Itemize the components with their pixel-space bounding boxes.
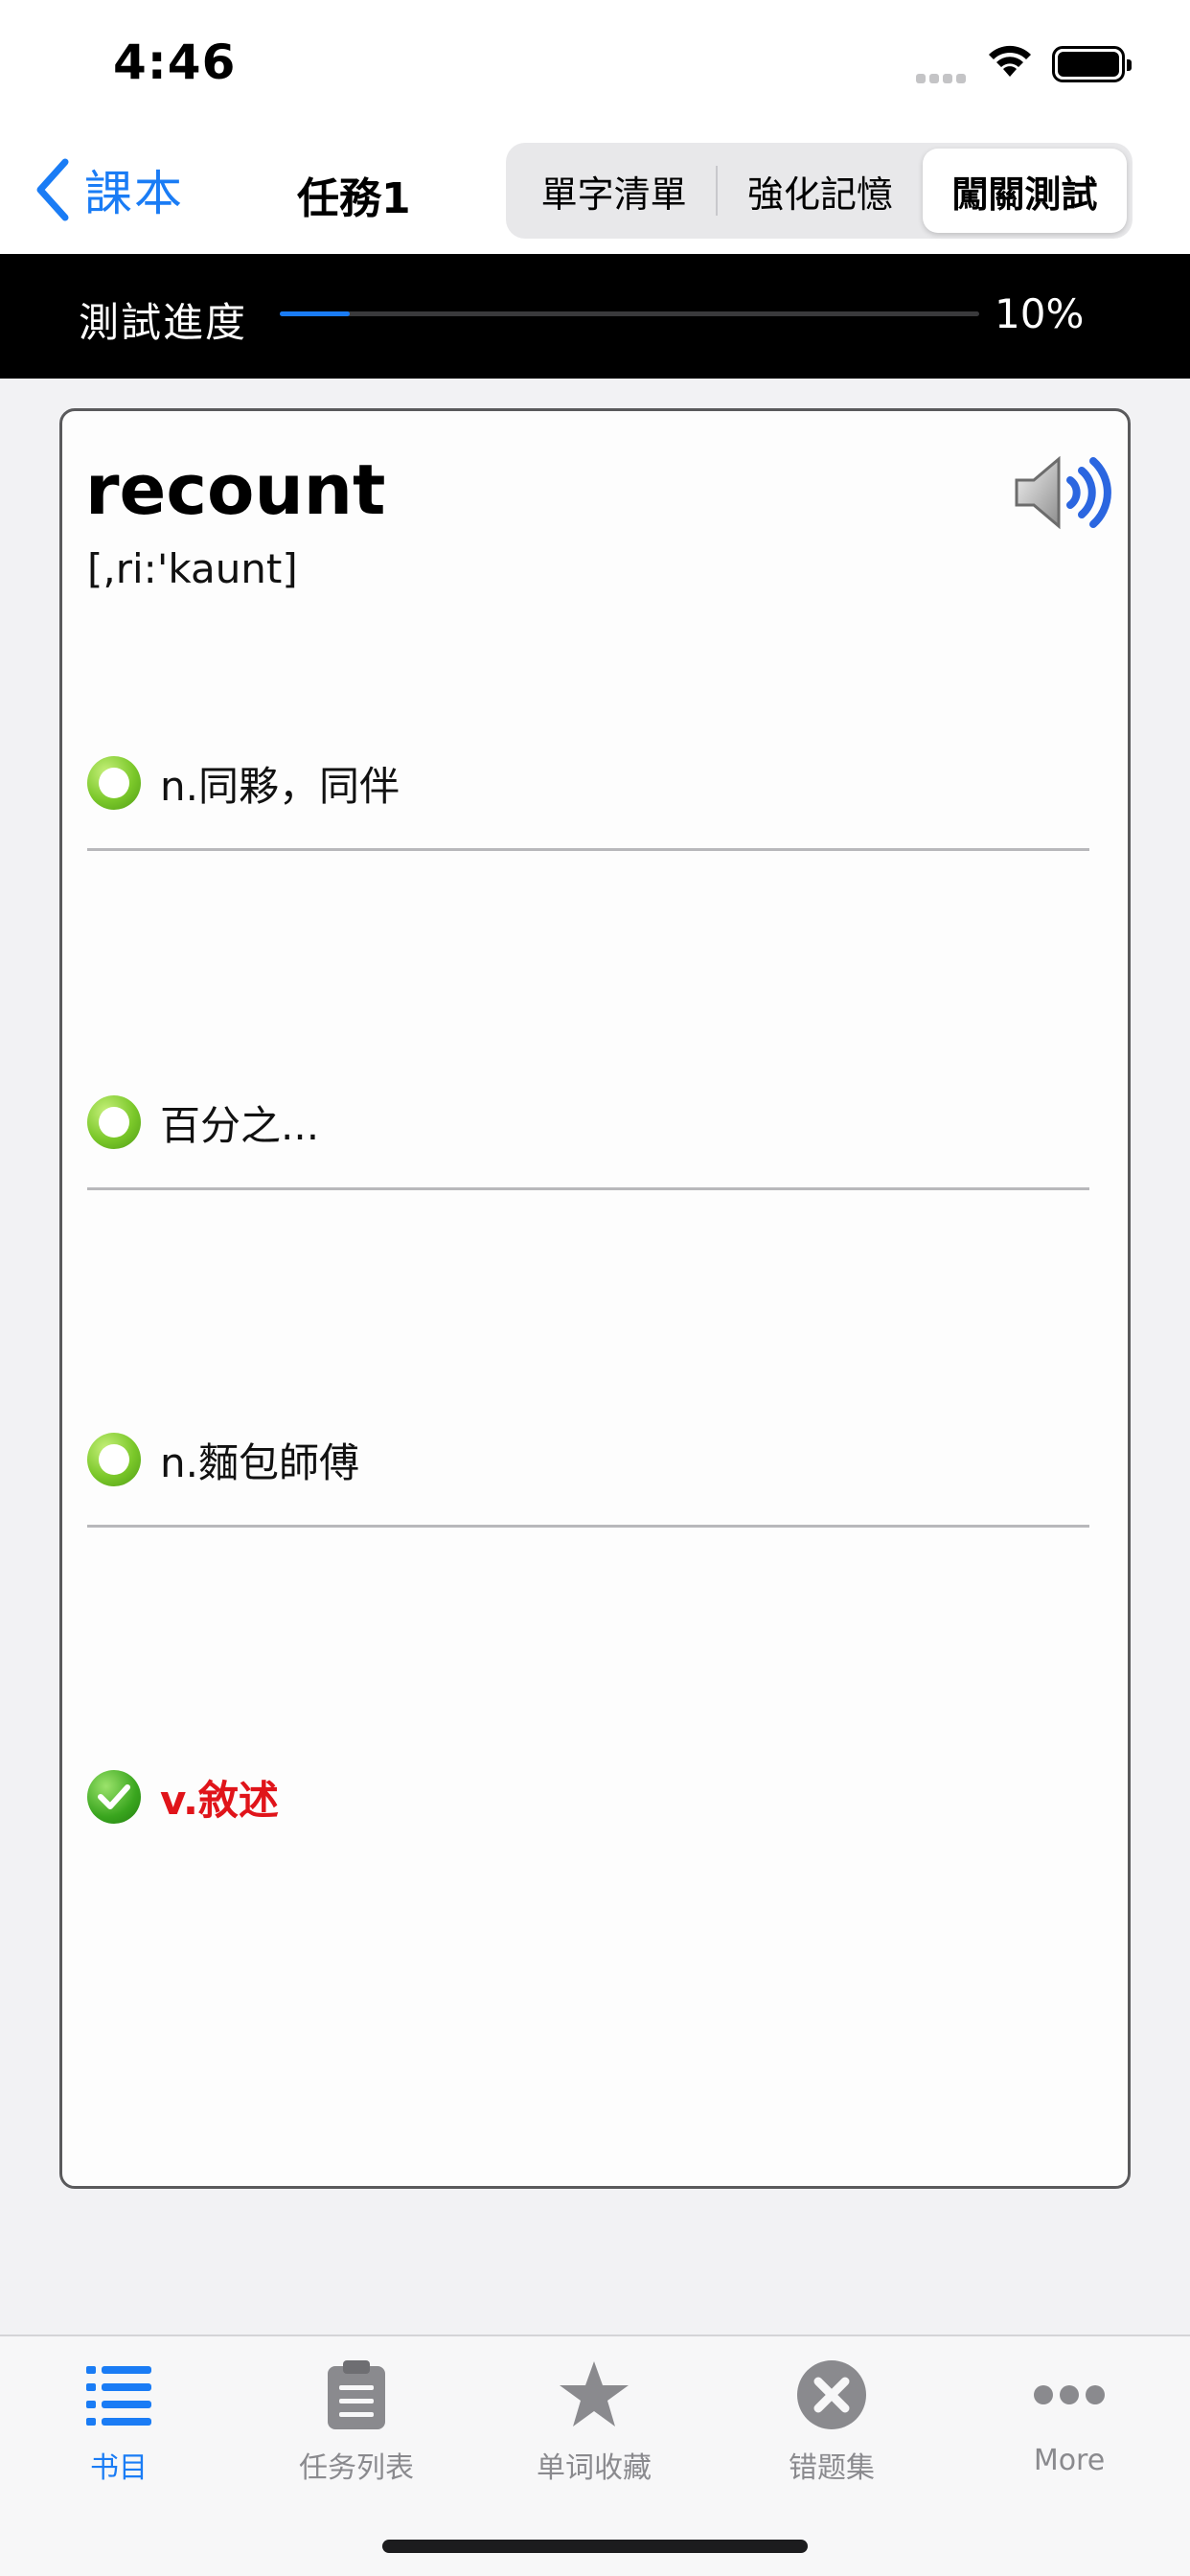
tab-label: More xyxy=(1033,2444,1106,2477)
back-button-label: 課本 xyxy=(84,166,184,221)
test-progress-row: 測試進度 10% xyxy=(0,254,1190,379)
answer-option-text: n.麵包師傅 xyxy=(160,1438,359,1486)
home-indicator[interactable] xyxy=(382,2540,808,2553)
correct-answer-text: v.敘述 xyxy=(160,1776,279,1824)
back-button[interactable]: 課本 xyxy=(34,156,184,223)
progress-fill xyxy=(280,311,350,316)
radio-unchecked-icon xyxy=(87,756,141,810)
progress-track xyxy=(280,311,979,316)
tab-mistakes[interactable]: 错题集 xyxy=(713,2354,950,2497)
status-time: 4:46 xyxy=(113,34,237,90)
clipboard-icon xyxy=(326,2354,387,2436)
speaker-icon[interactable] xyxy=(1011,451,1116,538)
answer-option-1[interactable]: n.同夥，同伴 xyxy=(87,745,1089,821)
tab-task-list[interactable]: 任务列表 xyxy=(238,2354,475,2497)
answer-option-3[interactable]: n.麵包師傅 xyxy=(87,1421,1089,1498)
tab-label: 任务列表 xyxy=(299,2451,414,2485)
x-circle-icon xyxy=(795,2354,868,2436)
tab-book-list[interactable]: 书目 xyxy=(0,2354,238,2497)
list-icon xyxy=(84,2354,153,2436)
segment-challenge-test[interactable]: 闖關測試 xyxy=(922,149,1127,233)
tab-label: 书目 xyxy=(90,2451,148,2485)
navigation-bar: 課本 任務1 單字清單 強化記憶 闖關測試 xyxy=(0,129,1190,254)
cellular-signal-icon xyxy=(916,69,972,83)
progress-value: 10% xyxy=(995,290,1085,337)
option-divider xyxy=(87,848,1089,851)
page-title: 任務1 xyxy=(297,174,411,223)
question-card: recount [,ri:'kaunt] n.同夥，同伴 百分之... n.麵包… xyxy=(59,408,1131,2189)
progress-label: 測試進度 xyxy=(79,299,248,346)
tab-label: 错题集 xyxy=(789,2451,875,2485)
more-dots-icon xyxy=(1033,2354,1106,2436)
status-bar: 4:46 xyxy=(0,0,1190,129)
answer-option-2[interactable]: 百分之... xyxy=(87,1084,1089,1161)
tab-word-favorites[interactable]: 单词收藏 xyxy=(475,2354,713,2497)
answer-option-text: 百分之... xyxy=(160,1101,320,1149)
battery-icon xyxy=(1052,46,1132,82)
answer-option-text: n.同夥，同伴 xyxy=(160,762,400,810)
chevron-left-icon xyxy=(36,158,69,221)
option-divider xyxy=(87,1187,1089,1190)
answer-option-4[interactable]: v.敘述 xyxy=(87,1759,1089,1835)
screen: 4:46 課本 任務1 單字清單 強化記憶 闖關測試 測試進度 10% reco… xyxy=(0,0,1190,2576)
segment-memory-boost[interactable]: 強化記憶 xyxy=(718,149,922,233)
radio-unchecked-icon xyxy=(87,1095,141,1149)
radio-unchecked-icon xyxy=(87,1433,141,1486)
wifi-icon xyxy=(985,42,1035,84)
tab-more[interactable]: More xyxy=(950,2354,1188,2497)
tab-label: 单词收藏 xyxy=(537,2451,652,2485)
vocab-word: recount xyxy=(85,449,386,530)
phonetic-transcription: [,ri:'kaunt] xyxy=(87,545,298,592)
segmented-control: 單字清單 強化記憶 闖關測試 xyxy=(506,143,1133,239)
option-divider xyxy=(87,1525,1089,1528)
segment-word-list[interactable]: 單字清單 xyxy=(512,149,716,233)
checkmark-icon xyxy=(87,1770,141,1824)
star-icon xyxy=(558,2354,630,2436)
